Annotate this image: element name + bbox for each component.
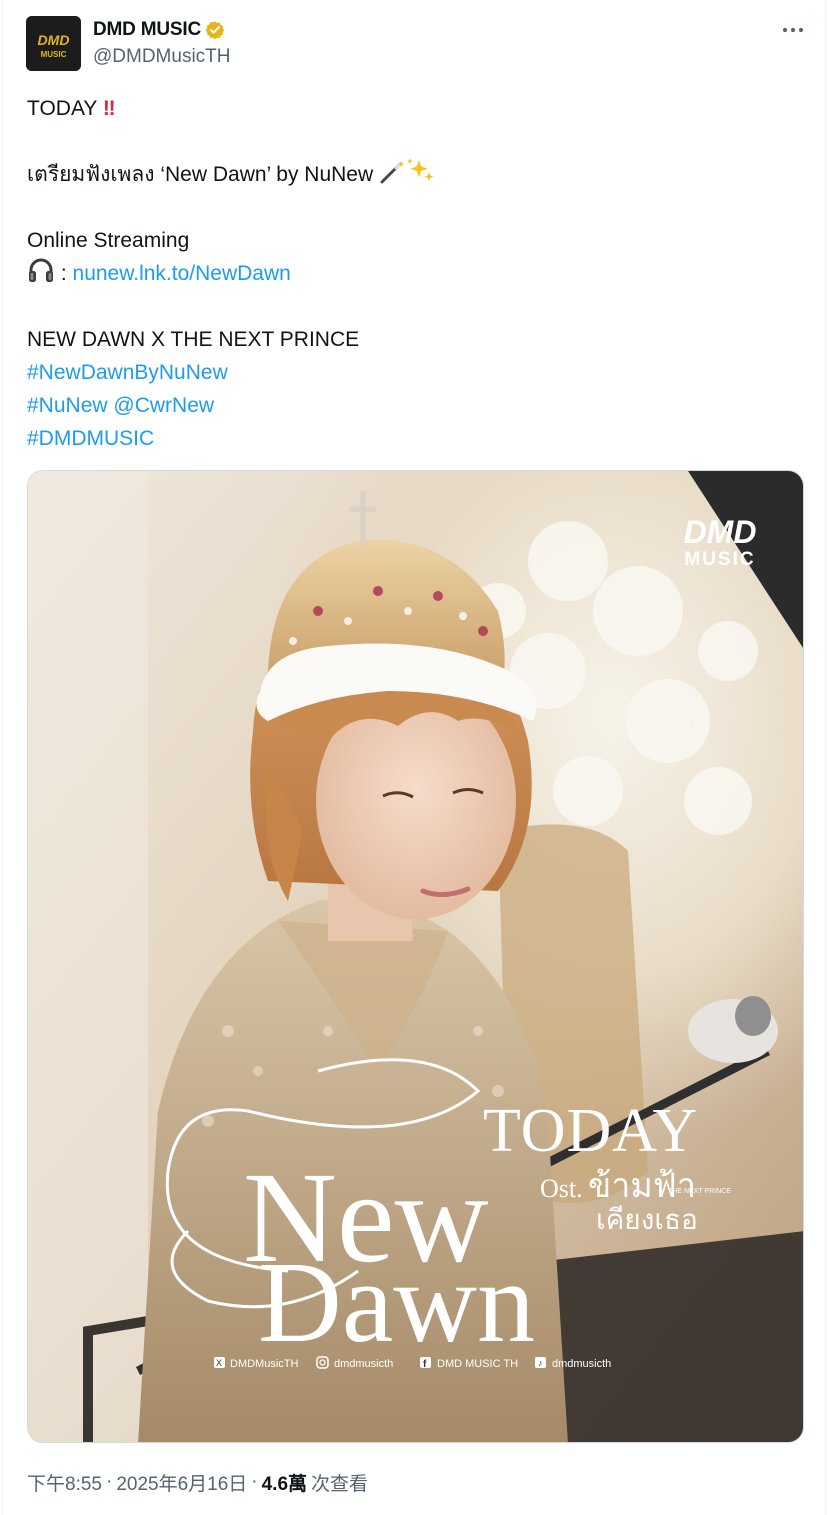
svg-text:X: X <box>216 1358 222 1368</box>
meta-dot-2: · <box>251 1471 258 1492</box>
hashtag-newdawnbynunew[interactable]: #NewDawnByNuNew <box>27 361 228 384</box>
views-count: 4.6萬 <box>261 1473 308 1495</box>
tweet-card: DMD MUSIC DMD MUSIC @DMDMusicTH TODAY ‼ … <box>0 0 828 1515</box>
tweet-time[interactable]: 下午8:55 <box>27 1469 102 1496</box>
streaming-link[interactable]: nunew.lnk.to/NewDawn <box>73 262 291 285</box>
avatar-logo-top: DMD <box>38 32 70 48</box>
avatar[interactable]: DMD MUSIC <box>26 16 81 71</box>
poster-logo-music: MUSIC <box>684 549 755 570</box>
link-separator: : <box>55 262 73 285</box>
tiktok-icon: ♪ <box>535 1357 546 1368</box>
author-handle[interactable]: @DMDMusicTH <box>93 46 231 68</box>
poster-ost-small: THE NEXT PRINCE <box>668 1188 731 1195</box>
poster-ost-title-1: ข้ามฟ้า <box>588 1166 696 1206</box>
hashtag-nunew[interactable]: #NuNew <box>27 394 108 417</box>
views-label: 次查看 <box>311 1473 369 1495</box>
more-options-icon[interactable] <box>781 22 805 38</box>
poster-ost-prefix: Ost. <box>540 1174 583 1203</box>
poster-headline-today: TODAY <box>483 1097 698 1165</box>
tweet-thai-text: เตรียมฟังเพลง ‘New Dawn’ by NuNew <box>27 163 379 186</box>
x-icon: X <box>214 1357 225 1368</box>
social-label-tiktok: dmdmusicth <box>552 1358 611 1370</box>
social-label-instagram: dmdmusicth <box>334 1358 393 1370</box>
headphone-icon <box>27 257 55 293</box>
social-label-x: DMDMusicTH <box>230 1358 298 1370</box>
avatar-logo-bottom: MUSIC <box>41 50 67 59</box>
tweet-metadata: 下午8:55 · 2025年6月16日 · 4.6萬 次查看 <box>27 1469 369 1496</box>
verified-badge-icon <box>205 21 225 40</box>
tweet-line-today: TODAY ‼ <box>27 92 797 125</box>
social-label-facebook: DMD MUSIC TH <box>437 1358 518 1370</box>
poster-ost-title-2: เคียงเธอ <box>596 1203 698 1236</box>
tweet-today-text: TODAY <box>27 97 103 120</box>
magic-wand-sparkles-emoji <box>379 158 435 194</box>
mention-cwrnew[interactable]: @CwrNew <box>113 394 214 417</box>
author-name-row[interactable]: DMD MUSIC <box>93 18 225 42</box>
tweet-line-streaming: Online Streaming <box>27 229 190 252</box>
tweet-date[interactable]: 2025年6月16日 <box>116 1469 247 1496</box>
display-name[interactable]: DMD MUSIC <box>93 19 201 41</box>
right-border <box>825 0 826 1515</box>
tweet-line-collab: NEW DAWN X THE NEXT PRINCE <box>27 328 360 351</box>
meta-dot-1: · <box>105 1471 113 1492</box>
poster-title-dawn: Dawn <box>258 1239 535 1367</box>
left-border <box>2 0 3 1515</box>
tweet-line-link: : nunew.lnk.to/NewDawn <box>27 257 797 290</box>
tweet-line-thai: เตรียมฟังเพลง ‘New Dawn’ by NuNew <box>27 158 797 191</box>
svg-text:♪: ♪ <box>538 1358 543 1368</box>
hashtag-dmdmusic[interactable]: #DMDMUSIC <box>27 427 154 450</box>
tweet-text: TODAY ‼ เตรียมฟังเพลง ‘New Dawn’ by NuNe… <box>27 92 797 455</box>
poster-logo-dmd: DMD <box>684 514 757 550</box>
double-exclamation-emoji: ‼ <box>102 97 116 120</box>
tweet-media-image[interactable]: DMD MUSIC TODAY New Dawn Ost. ข้ามฟ้า TH… <box>27 470 804 1443</box>
